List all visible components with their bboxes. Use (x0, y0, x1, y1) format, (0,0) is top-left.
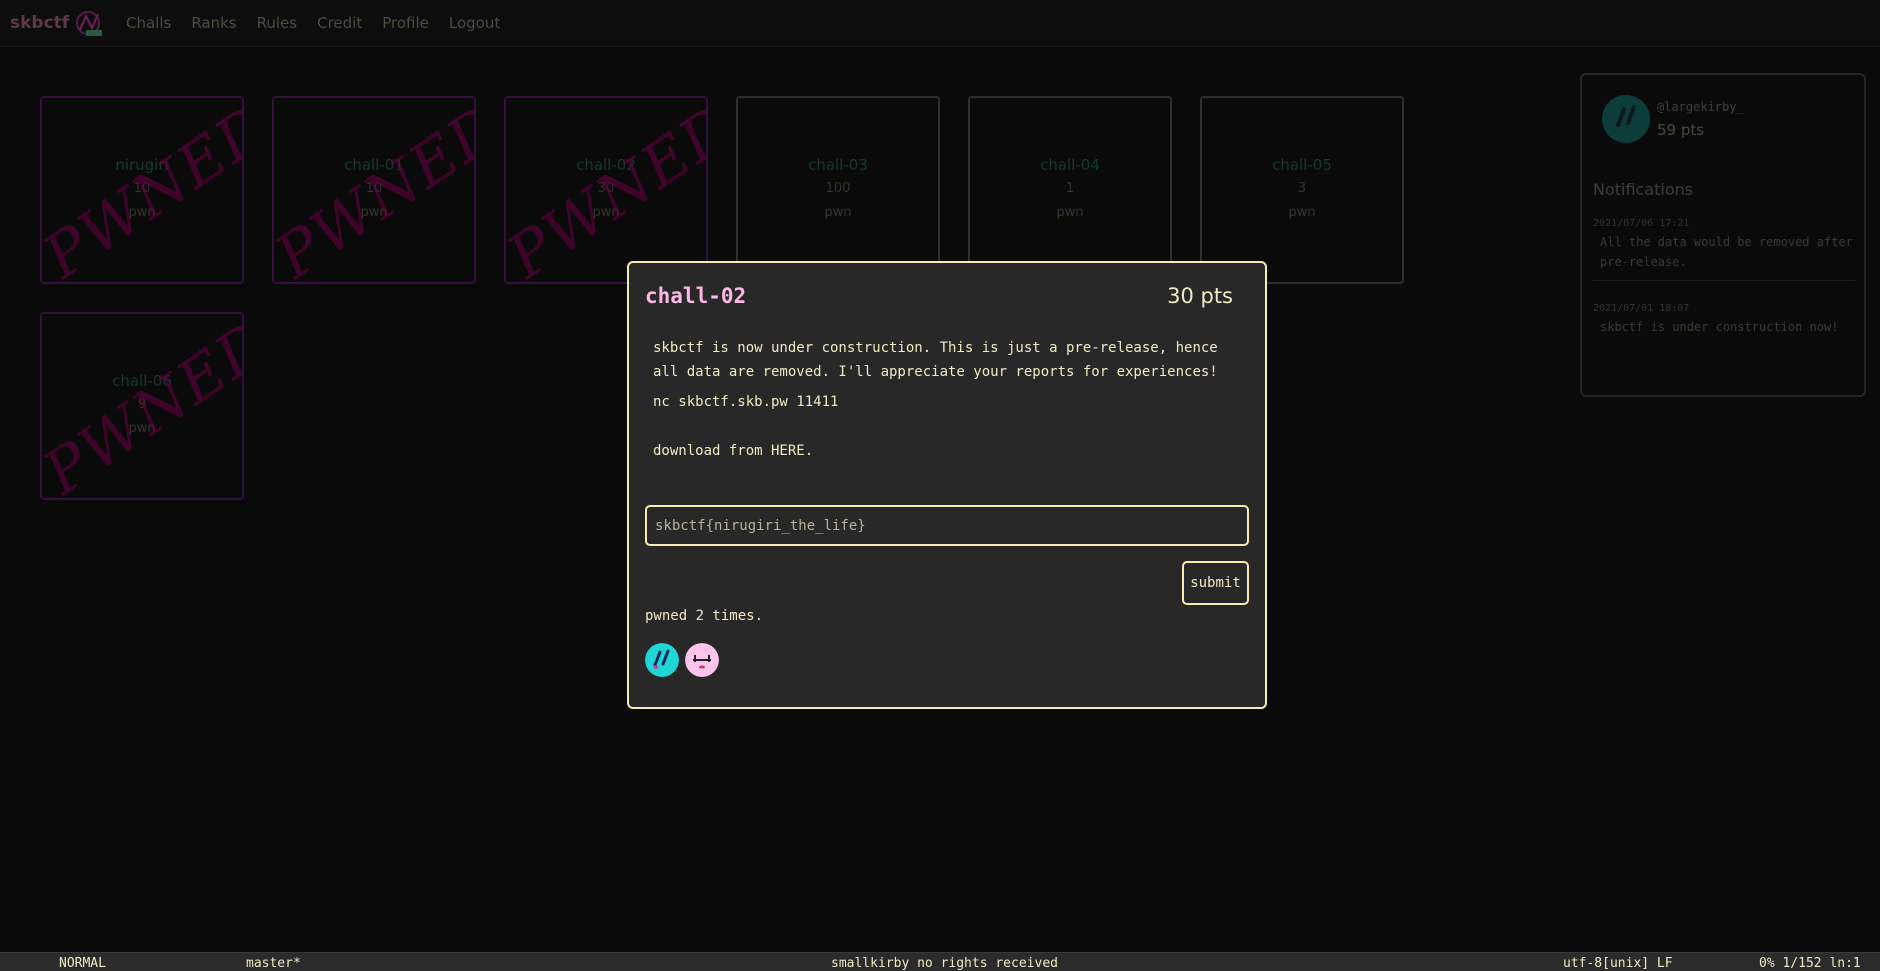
card-points: 1 (1065, 181, 1075, 196)
status-mode: NORMAL (59, 956, 106, 971)
notification-item: 2021/07/01 18:07 skbctf is under constru… (1593, 303, 1855, 337)
nav-profile[interactable]: Profile (382, 14, 429, 32)
card-points: 30 (597, 181, 615, 196)
pwned-stamp: PWNED (40, 312, 244, 500)
notification-divider (1593, 280, 1855, 281)
card-name: chall-04 (1040, 156, 1100, 174)
card-points: 10 (133, 181, 151, 196)
profile-points: 59 pts (1657, 121, 1705, 139)
flag-input[interactable] (645, 505, 1249, 546)
challenge-modal: chall-02 30 pts skbctf is now under cons… (627, 261, 1267, 709)
challenge-card-chall-05[interactable]: chall-05 3 pwn (1200, 96, 1404, 284)
notification-item: 2021/07/06 17:21 All the data would be r… (1593, 218, 1855, 272)
profile-avatar[interactable] (1602, 95, 1650, 143)
modal-download-link[interactable]: download from HERE. (653, 443, 813, 459)
kirby-logo-icon (76, 11, 102, 36)
app-root: skbctf Challs Ranks Rules Credit Profile… (0, 0, 1880, 971)
notification-text: All the data would be removed after pre-… (1600, 235, 1853, 269)
challenge-card-chall-06[interactable]: chall-06 9 pwn PWNED (40, 312, 244, 500)
pwned-stamp: PWNED (504, 96, 708, 284)
kirby-face-icon (685, 643, 719, 677)
card-name: chall-03 (808, 156, 868, 174)
brand[interactable]: skbctf (10, 0, 106, 46)
pwned-count: pwned 2 times. (645, 608, 764, 624)
modal-title: chall-02 (645, 284, 747, 308)
nav-credit[interactable]: Credit (317, 14, 362, 32)
card-genre: pwn (1288, 205, 1316, 220)
notifications-title: Notifications (1593, 180, 1694, 199)
kirby-avatar-icon (1602, 95, 1650, 143)
card-genre: pwn (592, 205, 620, 220)
card-points: 3 (1297, 181, 1307, 196)
card-points: 100 (825, 181, 851, 196)
challenge-card-chall-02[interactable]: chall-02 30 pwn PWNED (504, 96, 708, 284)
card-points: 9 (137, 397, 147, 412)
status-line: NORMAL master* smallkirby no rights rece… (0, 952, 1880, 971)
profile-username[interactable]: @largekirby_ (1657, 100, 1744, 114)
card-name: nirugiri (115, 156, 169, 174)
profile-panel: @largekirby_ 59 pts Notifications 2021/0… (1580, 73, 1866, 397)
kirby-avatar-icon (645, 643, 679, 677)
card-genre: pwn (360, 205, 388, 220)
submit-button[interactable]: submit (1182, 561, 1249, 605)
notification-date: 2021/07/06 17:21 (1593, 218, 1690, 229)
navbar: skbctf Challs Ranks Rules Credit Profile… (0, 0, 1880, 47)
pwned-stamp: PWNED (40, 96, 244, 284)
challenge-card-chall-04[interactable]: chall-04 1 pwn (968, 96, 1172, 284)
nav-ranks[interactable]: Ranks (191, 14, 236, 32)
card-genre: pwn (824, 205, 852, 220)
status-message: smallkirby no rights received (831, 956, 1058, 971)
card-genre: pwn (128, 421, 156, 436)
solver-avatar[interactable] (685, 643, 719, 677)
notification-date: 2021/07/01 18:07 (1593, 303, 1690, 314)
card-name: chall-01 (344, 156, 404, 174)
card-genre: pwn (128, 205, 156, 220)
challenge-card-chall-01[interactable]: chall-01 10 pwn PWNED (272, 96, 476, 284)
modal-points: 30 pts (1167, 284, 1233, 308)
pwned-stamp: PWNED (272, 96, 476, 284)
notification-text: skbctf is under construction now! (1600, 320, 1839, 334)
modal-description: skbctf is now under construction. This i… (653, 340, 1218, 380)
brand-name: skbctf (10, 13, 70, 33)
nav-rules[interactable]: Rules (257, 14, 297, 32)
card-points: 10 (365, 181, 383, 196)
status-encoding: utf-8[unix] LF (1563, 956, 1673, 971)
challenge-card-chall-03[interactable]: chall-03 100 pwn (736, 96, 940, 284)
solver-avatar[interactable] (645, 643, 679, 677)
card-genre: pwn (1056, 205, 1084, 220)
card-name: chall-06 (112, 372, 172, 390)
nav-challs[interactable]: Challs (126, 14, 171, 32)
card-name: chall-02 (576, 156, 636, 174)
card-name: chall-05 (1272, 156, 1332, 174)
nav-menu: Challs Ranks Rules Credit Profile Logout (126, 14, 520, 32)
challenge-card-nirugiri[interactable]: nirugiri 10 pwn PWNED (40, 96, 244, 284)
status-branch: master* (246, 956, 301, 971)
modal-nc-command: nc skbctf.skb.pw 11411 (653, 394, 839, 410)
status-position: 0% 1/152 ln:1 (1759, 956, 1861, 971)
nav-logout[interactable]: Logout (449, 14, 500, 32)
